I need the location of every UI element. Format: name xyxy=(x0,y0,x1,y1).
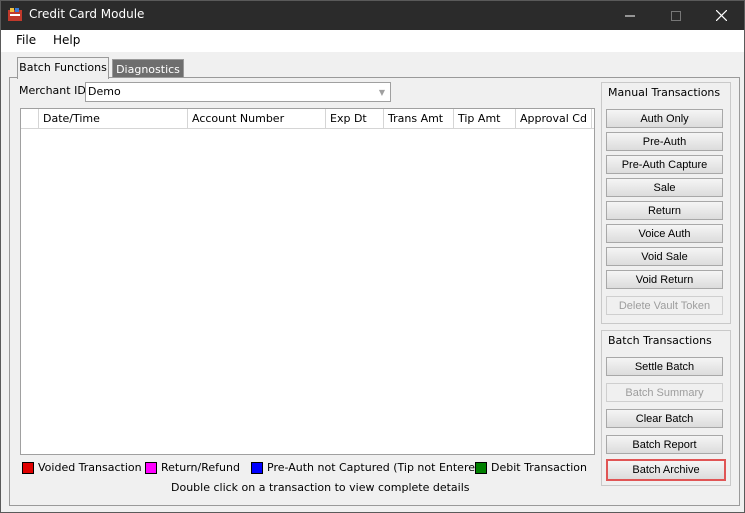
column-header-datetime[interactable]: Date/Time xyxy=(39,109,188,128)
legend-swatch xyxy=(22,461,34,474)
settle-batch-button[interactable]: Settle Batch xyxy=(606,357,723,376)
window-title: Credit Card Module xyxy=(29,7,145,21)
menu-file[interactable]: File xyxy=(16,33,36,47)
pre-auth-capture-button[interactable]: Pre-Auth Capture xyxy=(606,155,723,174)
tab-diagnostics[interactable]: Diagnostics xyxy=(112,59,184,79)
menu-help[interactable]: Help xyxy=(53,33,80,47)
title-bar: Credit Card Module xyxy=(1,1,744,30)
column-header-account-number[interactable]: Account Number xyxy=(188,109,326,128)
maximize-button[interactable] xyxy=(653,1,699,30)
clear-batch-button[interactable]: Clear Batch xyxy=(606,409,723,428)
close-button[interactable] xyxy=(698,1,744,30)
legend-voided: Voided Transaction xyxy=(22,461,142,474)
delete-vault-token-button[interactable]: Delete Vault Token xyxy=(606,296,723,315)
maximize-icon xyxy=(671,10,681,21)
column-header-tip-amt[interactable]: Tip Amt xyxy=(454,109,516,128)
transactions-table[interactable]: Date/Time Account Number Exp Dt Trans Am… xyxy=(20,108,595,455)
legend-label: Voided Transaction xyxy=(38,461,142,474)
manual-transactions-title: Manual Transactions xyxy=(608,86,721,99)
chevron-down-icon[interactable]: ▼ xyxy=(374,83,390,101)
column-header-exp-dt[interactable]: Exp Dt xyxy=(326,109,384,128)
merchant-id-label: Merchant ID xyxy=(19,84,86,97)
column-header-trans-amt[interactable]: Trans Amt xyxy=(384,109,454,128)
void-return-button[interactable]: Void Return xyxy=(606,270,723,289)
sale-button[interactable]: Sale xyxy=(606,178,723,197)
legend-debit: Debit Transaction xyxy=(475,461,587,474)
legend-label: Pre-Auth not Captured (Tip not Entered) xyxy=(267,461,487,474)
legend-label: Debit Transaction xyxy=(491,461,588,474)
legend-label: Return/Refund xyxy=(161,461,240,474)
table-header: Date/Time Account Number Exp Dt Trans Am… xyxy=(21,109,594,129)
return-button[interactable]: Return xyxy=(606,201,723,220)
legend-swatch xyxy=(145,461,157,474)
batch-summary-button[interactable]: Batch Summary xyxy=(606,383,723,402)
column-header-approval-cd[interactable]: Approval Cd xyxy=(516,109,592,128)
row-selector-header xyxy=(21,109,39,128)
close-icon xyxy=(715,10,727,21)
merchant-id-value: Demo xyxy=(88,85,121,98)
hint-text: Double click on a transaction to view co… xyxy=(171,481,470,494)
merchant-id-select[interactable]: Demo ▼ xyxy=(85,82,391,102)
legend-return-refund: Return/Refund xyxy=(145,461,240,474)
legend-pre-auth-not-captured: Pre-Auth not Captured (Tip not Entered) xyxy=(251,461,486,474)
voice-auth-button[interactable]: Voice Auth xyxy=(606,224,723,243)
app-window: Credit Card Module File Help Batch Funct… xyxy=(0,0,745,513)
legend-swatch xyxy=(251,461,263,474)
menu-bar: File Help xyxy=(1,30,744,52)
minimize-button[interactable] xyxy=(607,1,653,30)
minimize-icon xyxy=(625,15,635,16)
legend-swatch xyxy=(475,461,487,474)
batch-report-button[interactable]: Batch Report xyxy=(606,435,723,454)
app-icon xyxy=(8,8,22,21)
batch-archive-button[interactable]: Batch Archive xyxy=(606,459,726,481)
void-sale-button[interactable]: Void Sale xyxy=(606,247,723,266)
auth-only-button[interactable]: Auth Only xyxy=(606,109,723,128)
pre-auth-button[interactable]: Pre-Auth xyxy=(606,132,723,151)
tab-batch-functions[interactable]: Batch Functions xyxy=(17,57,109,79)
batch-transactions-title: Batch Transactions xyxy=(608,334,712,347)
